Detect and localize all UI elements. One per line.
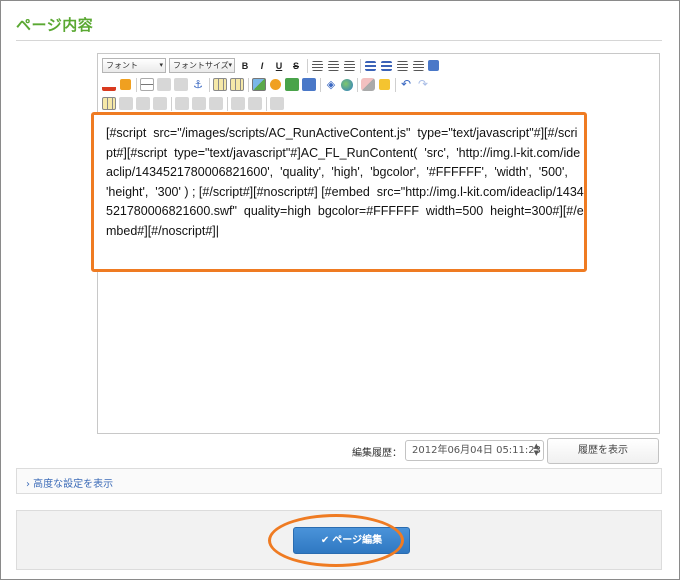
image-icon[interactable] — [252, 78, 266, 91]
editor-toolbar: フォント ▾ フォントサイズ ▾ B I U S ⚓ ◈ ↶ ↷ — [98, 54, 659, 111]
chevron-down-icon: ▾ — [159, 61, 163, 69]
outdent-icon[interactable] — [397, 60, 408, 71]
col-before-icon[interactable] — [175, 97, 189, 110]
row-before-icon[interactable] — [119, 97, 133, 110]
eraser-icon[interactable] — [361, 78, 375, 91]
toolbar-separator — [209, 77, 210, 92]
toolbar-separator — [357, 77, 358, 92]
redo-icon[interactable]: ↷ — [416, 78, 430, 91]
align-right-icon[interactable] — [344, 60, 355, 71]
edit-page-button-label: ページ編集 — [332, 535, 383, 546]
media-icon[interactable] — [270, 79, 281, 90]
toolbar-separator — [266, 96, 267, 111]
undo-icon[interactable]: ↶ — [399, 78, 413, 91]
toolbar-separator — [320, 77, 321, 92]
unlink-icon[interactable] — [174, 78, 188, 91]
toolbar-separator — [227, 96, 228, 111]
horizontal-rule-icon[interactable] — [140, 78, 154, 91]
delete-row-icon[interactable] — [153, 97, 167, 110]
show-history-button[interactable]: 履歴を表示 — [547, 438, 659, 464]
link-icon[interactable] — [157, 78, 171, 91]
font-family-select-label: フォント — [106, 61, 138, 70]
unordered-list-icon[interactable] — [365, 60, 376, 71]
edit-page-button[interactable]: ✔ ページ編集 — [293, 527, 410, 554]
toolbar-separator — [136, 77, 137, 92]
font-family-select[interactable]: フォント ▾ — [102, 58, 166, 73]
font-color-icon[interactable] — [102, 78, 116, 91]
flash-icon[interactable] — [285, 78, 299, 91]
toolbar-separator — [171, 96, 172, 111]
underline-button[interactable]: U — [272, 59, 286, 73]
toolbar-row-2: ⚓ ◈ ↶ ↷ — [102, 76, 433, 93]
globe-icon[interactable] — [341, 78, 353, 91]
toolbar-separator — [360, 58, 361, 73]
toolbar-row-1: フォント ▾ フォントサイズ ▾ B I U S — [102, 57, 442, 74]
advanced-settings-label: › 高度な設定を表示 — [26, 479, 114, 490]
ordered-list-icon[interactable] — [381, 60, 392, 71]
history-select-value: 2012年06月04日 05:11:23 — [412, 445, 541, 456]
page-title: ページ内容 — [16, 16, 94, 34]
stepper-arrows-icon: ▲ ▼ — [533, 442, 539, 457]
bold-button[interactable]: B — [238, 59, 252, 73]
align-left-icon[interactable] — [312, 60, 323, 71]
merge-cells-icon[interactable] — [248, 97, 262, 110]
font-size-select-label: フォントサイズ — [173, 61, 229, 70]
source-code-icon[interactable] — [428, 60, 439, 71]
indent-icon[interactable] — [413, 60, 424, 71]
table-properties-icon[interactable] — [230, 78, 244, 91]
cell-properties-icon[interactable] — [270, 97, 284, 110]
chevron-down-icon: ▾ — [228, 61, 232, 69]
row-after-icon[interactable] — [136, 97, 150, 110]
table-icon[interactable] — [213, 78, 227, 91]
code-icon[interactable]: ◈ — [324, 78, 338, 91]
delete-col-icon[interactable] — [209, 97, 223, 110]
advanced-settings-toggle[interactable]: › 高度な設定を表示 — [16, 468, 662, 494]
special-char-icon[interactable] — [302, 78, 316, 91]
editor-content-area[interactable]: [#script src="/images/scripts/AC_RunActi… — [91, 112, 587, 272]
title-divider — [16, 40, 662, 41]
toolbar-separator — [395, 77, 396, 92]
toolbar-separator — [307, 58, 308, 73]
toolbar-separator — [248, 77, 249, 92]
align-center-icon[interactable] — [328, 60, 339, 71]
split-cells-icon[interactable] — [231, 97, 245, 110]
table-insert-icon[interactable] — [102, 97, 116, 110]
anchor-icon[interactable]: ⚓ — [191, 78, 205, 91]
clean-format-icon[interactable] — [379, 79, 390, 90]
toolbar-row-3 — [102, 95, 287, 112]
strikethrough-button[interactable]: S — [289, 59, 303, 73]
history-select[interactable]: 2012年06月04日 05:11:23 ▲ ▼ — [405, 440, 544, 461]
italic-button[interactable]: I — [255, 59, 269, 73]
editor-content-text: [#script src="/images/scripts/AC_RunActi… — [106, 126, 584, 238]
history-label: 編集履歴： — [352, 448, 402, 459]
col-after-icon[interactable] — [192, 97, 206, 110]
font-size-select[interactable]: フォントサイズ ▾ — [169, 58, 235, 73]
check-icon: ✔ — [320, 535, 330, 546]
highlight-color-icon[interactable] — [120, 79, 131, 90]
